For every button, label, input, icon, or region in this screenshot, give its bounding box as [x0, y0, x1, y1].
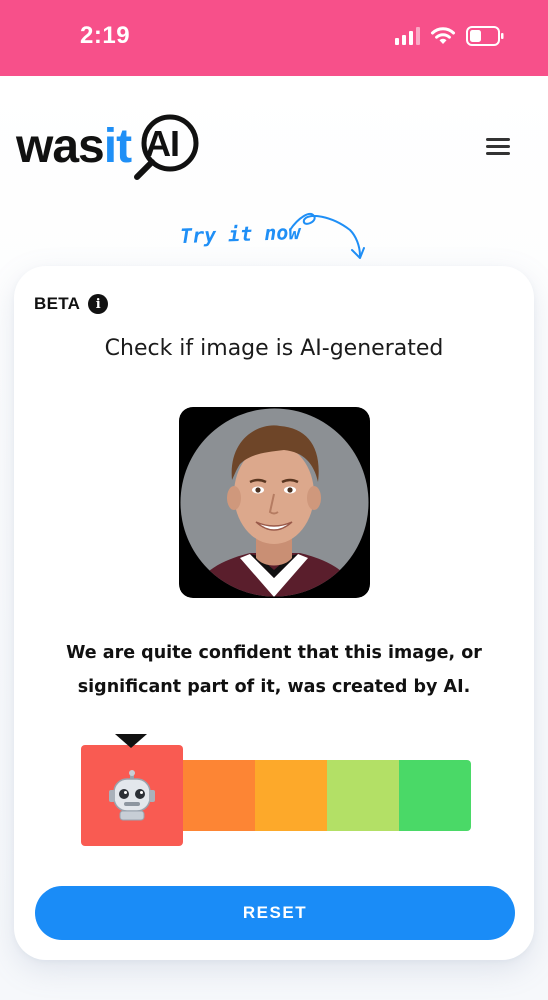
verdict-text: We are quite confident that this image, …	[66, 643, 482, 697]
meter-segment-3	[255, 760, 327, 831]
uploaded-image	[179, 407, 370, 598]
logo[interactable]: was it AI	[16, 112, 199, 182]
robot-icon	[109, 769, 155, 820]
wifi-icon	[431, 27, 455, 44]
page: was it AI Try it now BETA i Check if ima…	[0, 76, 548, 1000]
menu-icon[interactable]	[486, 138, 510, 156]
portrait-photo	[180, 408, 369, 597]
battery-icon	[466, 26, 504, 46]
try-it-now-text: Try it now	[179, 219, 301, 249]
meter-segment-2	[183, 760, 255, 831]
info-icon[interactable]: i	[88, 294, 109, 314]
status-bar: 2:19	[0, 0, 548, 76]
beta-text: BETA	[34, 294, 81, 313]
reset-button[interactable]: RESET	[35, 886, 515, 940]
logo-magnifier-icon: AI	[133, 112, 199, 182]
card-title: Check if image is AI-generated	[104, 336, 444, 361]
status-time: 2:19	[80, 22, 131, 49]
meter-segment-4	[327, 760, 399, 831]
logo-text-it: it	[103, 120, 132, 173]
logo-text-ai: AI	[145, 123, 180, 164]
curved-arrow-icon	[289, 212, 365, 259]
beta-label: BETA i	[34, 294, 109, 314]
meter-segment-1-active	[81, 745, 183, 846]
result-card: BETA i Check if image is AI-generated We…	[14, 266, 534, 960]
status-icons	[395, 26, 504, 46]
confidence-meter	[81, 728, 481, 848]
meter-segment-5	[399, 760, 471, 831]
meter-pointer-icon	[115, 734, 147, 748]
logo-text-was: was	[16, 120, 105, 173]
signal-icon	[395, 27, 420, 45]
